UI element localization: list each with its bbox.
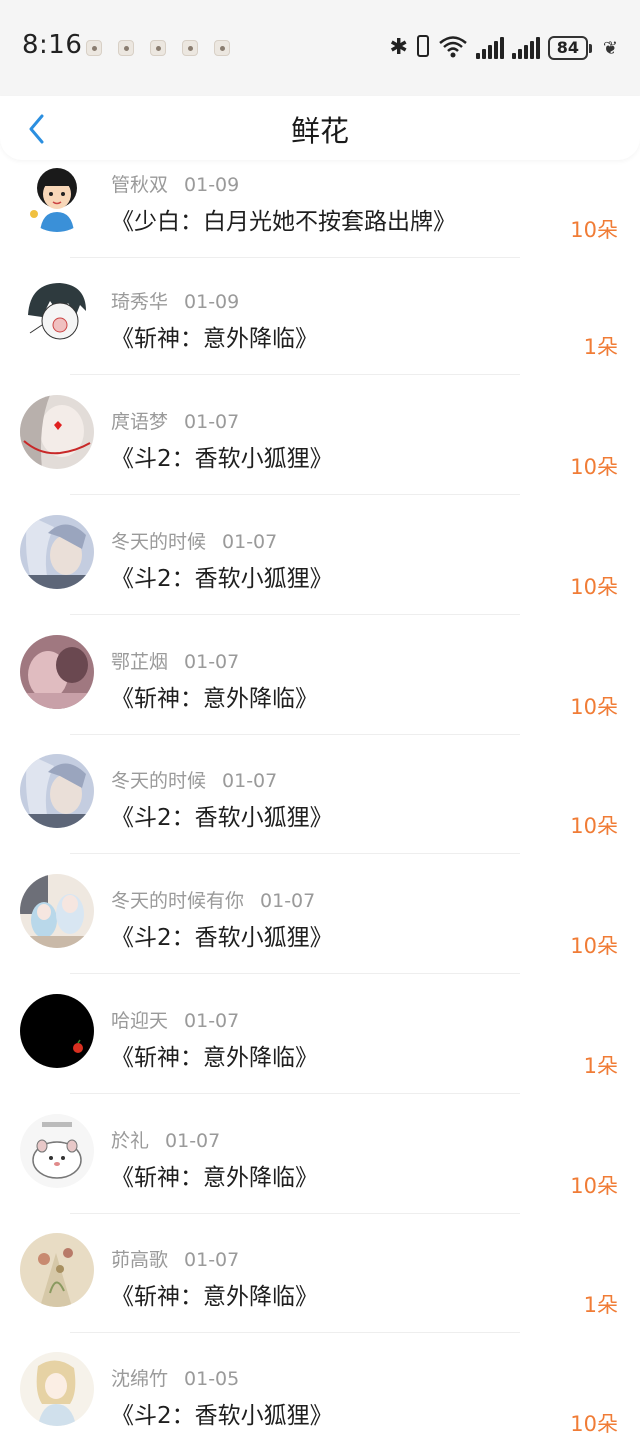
avatar: [20, 158, 94, 232]
battery-level: 84: [547, 36, 588, 60]
flower-count: 10朵: [570, 934, 618, 958]
flower-count: 10朵: [570, 455, 618, 479]
user-name: 哈迎天: [111, 1010, 169, 1032]
flower-count: 10朵: [570, 575, 618, 599]
flower-count: 1朵: [583, 1054, 618, 1078]
user-line: 於礼 01-07: [111, 1126, 220, 1153]
book-title: 《斗2：香软小狐狸》: [111, 566, 333, 592]
app-notification-icon: [118, 40, 134, 56]
gift-date: 01-07: [222, 770, 278, 792]
gift-date: 01-07: [184, 651, 240, 673]
app-notification-icon: [150, 40, 166, 56]
user-name: 於礼: [111, 1130, 150, 1152]
user-name: 冬天的时候: [111, 770, 207, 792]
book-title: 《斩神：意外降临》: [111, 1045, 318, 1071]
user-name: 冬天的时候有你: [111, 890, 245, 912]
wifi-icon: [438, 34, 468, 62]
user-line: 庹语梦 01-07: [111, 407, 239, 434]
battery-icon: 84: [547, 36, 592, 60]
list-item[interactable]: 琦秀华 01-09 《斩神：意外降临》 1朵: [0, 255, 640, 375]
status-bar: 8:16 ✱ 84 ❦: [0, 0, 640, 96]
user-name: 琦秀华: [111, 291, 169, 313]
user-line: 管秋双 01-09: [111, 170, 239, 197]
eco-leaf-icon: ❦: [602, 37, 618, 59]
notification-icons: [86, 40, 230, 56]
user-name: 庹语梦: [111, 411, 169, 433]
book-title: 《斗2：香软小狐狸》: [111, 1403, 333, 1429]
user-name: 管秋双: [111, 174, 169, 196]
bluetooth-icon: ✱: [389, 35, 408, 60]
status-indicators: ✱ 84 ❦: [389, 34, 618, 62]
user-name: 鄂芷烟: [111, 651, 169, 673]
avatar: [20, 395, 94, 469]
user-line: 茆高歌 01-07: [111, 1245, 239, 1272]
flower-count: 10朵: [570, 1174, 618, 1198]
list-item[interactable]: 冬天的时候 01-07 《斗2：香软小狐狸》 10朵: [0, 734, 640, 854]
user-name: 沈绵竹: [111, 1368, 169, 1390]
vibrate-icon: [416, 34, 430, 62]
book-title: 《斩神：意外降临》: [111, 1284, 318, 1310]
list-item[interactable]: 庹语梦 01-07 《斗2：香软小狐狸》 10朵: [0, 375, 640, 495]
book-title: 《斩神：意外降临》: [111, 326, 318, 352]
book-title: 《斗2：香软小狐狸》: [111, 925, 333, 951]
gift-date: 01-07: [184, 1249, 240, 1271]
avatar: [20, 1233, 94, 1307]
book-title: 《斩神：意外降临》: [111, 686, 318, 712]
flower-count: 10朵: [570, 1412, 618, 1436]
avatar: [20, 994, 94, 1068]
avatar: [20, 754, 94, 828]
book-title: 《斩神：意外降临》: [111, 1165, 318, 1191]
gift-date: 01-07: [184, 411, 240, 433]
avatar: [20, 1352, 94, 1426]
user-line: 沈绵竹 01-05: [111, 1364, 239, 1391]
avatar: [20, 1114, 94, 1188]
signal-icon: [475, 37, 504, 59]
gift-date: 01-09: [184, 291, 240, 313]
page-title: 鲜花: [290, 114, 349, 148]
gift-date: 01-09: [184, 174, 240, 196]
book-title: 《斗2：香软小狐狸》: [111, 805, 333, 831]
user-line: 冬天的时候 01-07: [111, 527, 277, 554]
flower-count: 1朵: [583, 335, 618, 359]
flower-count: 10朵: [570, 218, 618, 242]
app-notification-icon: [214, 40, 230, 56]
gift-date: 01-07: [184, 1010, 240, 1032]
user-line: 鄂芷烟 01-07: [111, 647, 239, 674]
gift-date: 01-07: [260, 890, 316, 912]
gift-date: 01-05: [184, 1368, 240, 1390]
status-time: 8:16: [22, 30, 83, 60]
flower-gift-list[interactable]: 管秋双 01-09 《少白：白月光她不按套路出牌》 10朵 琦秀华 01-09 《斩…: [0, 0, 640, 1452]
app-notification-icon: [86, 40, 102, 56]
list-item[interactable]: 哈迎天 01-07 《斩神：意外降临》 1朵: [0, 974, 640, 1094]
flower-count: 1朵: [583, 1293, 618, 1317]
app-notification-icon: [182, 40, 198, 56]
list-item[interactable]: 鄂芷烟 01-07 《斩神：意外降临》 10朵: [0, 615, 640, 735]
user-line: 琦秀华 01-09: [111, 287, 239, 314]
user-line: 哈迎天 01-07: [111, 1006, 239, 1033]
list-item[interactable]: 於礼 01-07 《斩神：意外降临》 10朵: [0, 1094, 640, 1214]
book-title: 《斗2：香软小狐狸》: [111, 446, 333, 472]
book-title: 《少白：白月光她不按套路出牌》: [111, 209, 456, 235]
gift-date: 01-07: [165, 1130, 221, 1152]
list-item[interactable]: 沈绵竹 01-05 《斗2：香软小狐狸》 10朵: [0, 1332, 640, 1452]
avatar: [20, 874, 94, 948]
avatar: [20, 515, 94, 589]
list-item[interactable]: 冬天的时候有你 01-07 《斗2：香软小狐狸》 10朵: [0, 854, 640, 974]
avatar: [20, 275, 94, 349]
user-name: 茆高歌: [111, 1249, 169, 1271]
user-name: 冬天的时候: [111, 531, 207, 553]
list-item[interactable]: 冬天的时候 01-07 《斗2：香软小狐狸》 10朵: [0, 495, 640, 615]
flower-count: 10朵: [570, 814, 618, 838]
nav-header: 鲜花: [0, 96, 640, 160]
avatar: [20, 635, 94, 709]
list-item[interactable]: 茆高歌 01-07 《斩神：意外降临》 1朵: [0, 1213, 640, 1333]
user-line: 冬天的时候有你 01-07: [111, 886, 315, 913]
user-line: 冬天的时候 01-07: [111, 766, 277, 793]
signal-icon: [511, 37, 540, 59]
flower-count: 10朵: [570, 695, 618, 719]
gift-date: 01-07: [222, 531, 278, 553]
